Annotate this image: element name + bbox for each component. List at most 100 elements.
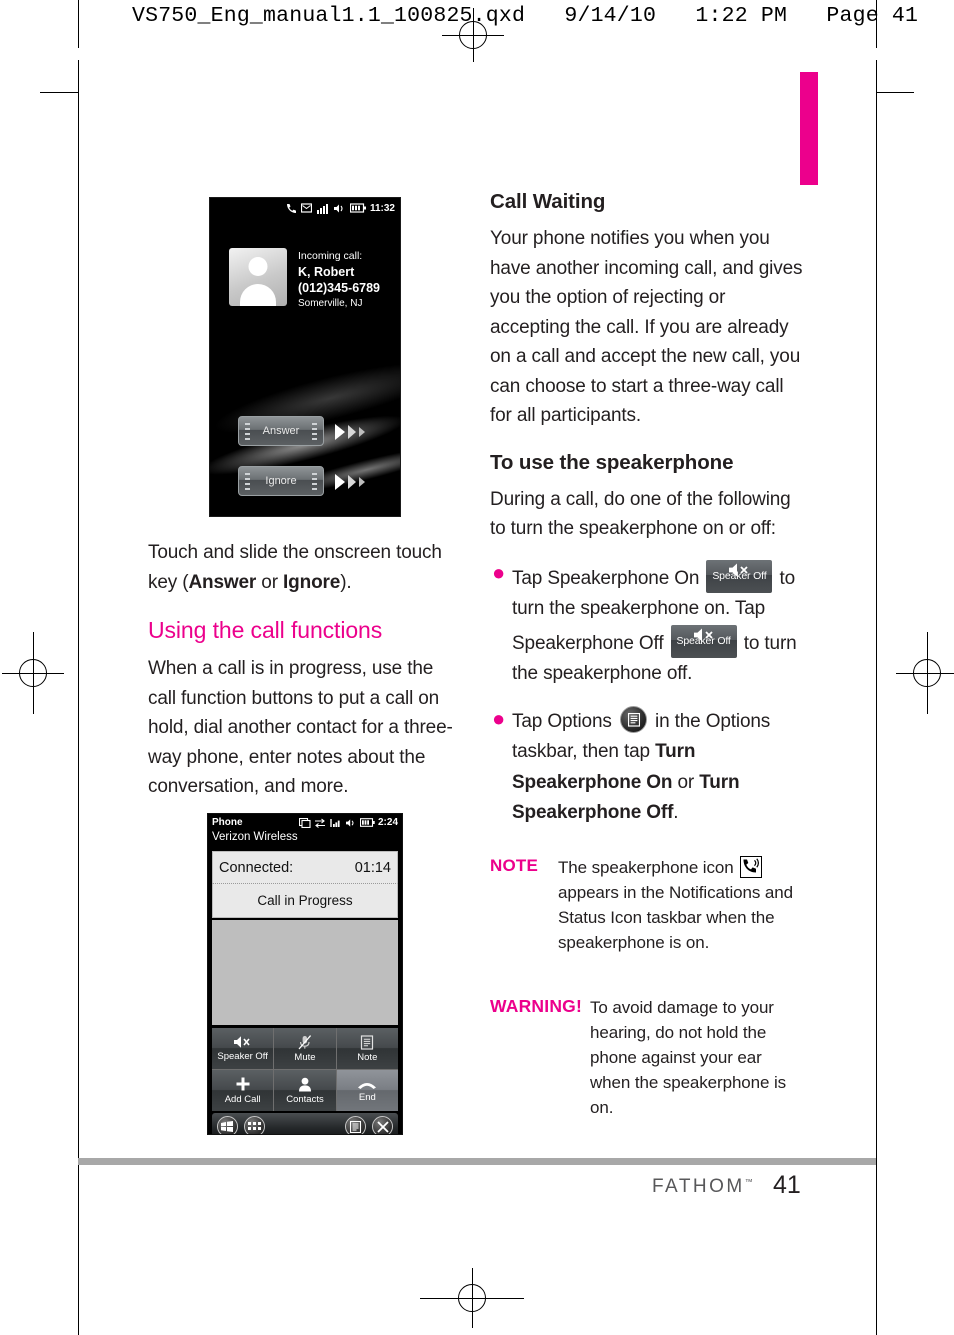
window-icon xyxy=(298,817,311,828)
person-icon xyxy=(298,1077,311,1091)
caller-name: K, Robert xyxy=(298,265,355,279)
options-icon[interactable] xyxy=(345,1116,366,1134)
speaker-off-inline-label-1: Speaker Off xyxy=(712,570,767,582)
bullet-1-text: Tap Speakerphone On Speaker Off to turn … xyxy=(512,559,805,690)
footer-rule xyxy=(78,1158,876,1165)
options-list-glyph xyxy=(350,1121,361,1133)
mute-button[interactable]: Mute xyxy=(274,1028,336,1069)
caller-location: Somerville, NJ xyxy=(298,298,363,309)
chapter-tab-marker xyxy=(800,72,818,185)
ignore-slide-button[interactable]: Ignore xyxy=(238,466,324,496)
bullet-2-text: Tap Options in the Options taskbar, then… xyxy=(512,705,805,829)
brand-logo: FATHOM™ xyxy=(652,1176,753,1198)
connected-label: Connected: xyxy=(219,859,294,876)
phone1-caption: Touch and slide the onscreen touch key (… xyxy=(148,538,458,597)
crop-mark-right-vertical-lower xyxy=(876,60,877,1335)
answer-button-label: Answer xyxy=(262,425,300,437)
keypad-icon[interactable] xyxy=(244,1116,265,1134)
phone2-taskbar xyxy=(212,1113,398,1134)
phone-call-icon xyxy=(286,203,296,213)
note-text-after: appears in the Notifications and Status … xyxy=(558,882,793,952)
phone2-clock: 2:24 xyxy=(377,817,398,828)
call-function-button-grid: Speaker Off Mute Note Add Call Contacts … xyxy=(212,1028,398,1111)
crop-mark-top-right-horizontal xyxy=(876,92,914,93)
left-column: Touch and slide the onscreen touch key (… xyxy=(148,538,458,802)
phone1-status-bar: 11:32 xyxy=(210,198,400,218)
end-call-button[interactable]: End xyxy=(336,1070,398,1111)
caption-part-3: ). xyxy=(340,571,352,593)
call-state-label: Call in Progress xyxy=(212,884,398,918)
call-waiting-paragraph: Your phone notifies you when you have an… xyxy=(490,228,803,426)
speakerphone-intro-paragraph: During a call, do one of the following t… xyxy=(490,488,791,540)
warning-text: To avoid damage to your hearing, do not … xyxy=(590,997,787,1117)
signal-strength-icon xyxy=(330,818,340,827)
options-icon[interactable] xyxy=(619,705,647,733)
contacts-button[interactable]: Contacts xyxy=(274,1070,336,1111)
right-column: Call Waiting Your phone notifies you whe… xyxy=(490,190,805,1120)
bullet-item-options-menu: ● Tap Options in the Options taskbar, th… xyxy=(490,705,805,829)
crop-mark-left-vertical-lower xyxy=(78,60,79,1335)
close-x-glyph xyxy=(377,1121,389,1133)
mute-label: Mute xyxy=(294,1051,316,1063)
phone2-app-title: Phone xyxy=(212,817,243,828)
incoming-call-label: Incoming call: xyxy=(298,250,363,262)
heading-call-waiting: Call Waiting xyxy=(490,190,606,213)
note-text-before: The speakerphone icon xyxy=(558,857,739,877)
speakerphone-status-icon xyxy=(740,855,763,878)
speaker-off-button[interactable]: Speaker Off xyxy=(212,1028,274,1069)
speaker-off-button-inline-1[interactable]: Speaker Off xyxy=(706,559,773,593)
note-label: Note xyxy=(357,1051,378,1063)
caller-info: Incoming call: K, Robert (012)345-6789 S… xyxy=(298,250,380,309)
note-label: NOTE xyxy=(490,855,539,875)
call-duration: 01:14 xyxy=(354,859,391,876)
carrier-name: Verizon Wireless xyxy=(208,831,402,848)
brand-name: FATHOM xyxy=(652,1176,745,1197)
bullet-dot-icon: ● xyxy=(492,705,506,731)
warning-block: WARNING! To avoid damage to your hearing… xyxy=(490,995,805,1120)
print-slug-header: VS750_Eng_manual1.1_100825.qxd 9/14/10 1… xyxy=(132,4,919,28)
keypad-grid-glyph xyxy=(248,1122,261,1130)
contacts-label: Contacts xyxy=(286,1093,324,1105)
add-call-label: Add Call xyxy=(224,1094,261,1105)
message-icon xyxy=(300,203,312,213)
end-call-icon xyxy=(358,1083,377,1089)
connected-status-row: Connected: 01:14 xyxy=(212,851,398,884)
speakerphone-handset-glyph xyxy=(743,857,760,872)
bullet-1-part-1: Tap Speakerphone On xyxy=(512,567,705,589)
battery-icon xyxy=(359,818,375,827)
registration-mark-bottom xyxy=(420,1268,524,1328)
answer-slide-button[interactable]: Answer xyxy=(238,416,324,446)
end-call-label: End xyxy=(358,1092,376,1103)
speaker-off-button-inline-2[interactable]: Speaker Off xyxy=(670,624,737,658)
signal-strength-icon xyxy=(316,203,328,214)
caption-ignore-bold: Ignore xyxy=(283,571,341,593)
add-call-button[interactable]: Add Call xyxy=(212,1070,274,1111)
phone-screenshot-incoming-call: 11:32 Incoming call: K, Robert (012)345-… xyxy=(209,197,401,517)
speaker-off-label: Speaker Off xyxy=(217,1051,268,1062)
note-button[interactable]: Note xyxy=(336,1028,398,1069)
phone2-title-bar: Phone 2:24 xyxy=(208,814,402,831)
volume-icon xyxy=(345,818,354,827)
start-icon[interactable] xyxy=(217,1116,238,1134)
microphone-mute-icon xyxy=(298,1034,312,1049)
windows-flag-glyph xyxy=(221,1121,233,1132)
plus-icon xyxy=(236,1077,250,1091)
call-screen-blank-area xyxy=(212,920,398,1025)
note-block: NOTE The speakerphone icon appears in th… xyxy=(490,855,805,955)
caller-avatar xyxy=(229,248,287,306)
registration-mark-right xyxy=(896,632,954,714)
answer-slide-arrows-icon xyxy=(335,424,365,440)
speaker-off-inline-label-2: Speaker Off xyxy=(676,635,731,647)
bullet-2-mid: or xyxy=(672,771,700,793)
using-call-functions-paragraph: When a call is in progress, use the call… xyxy=(148,658,453,797)
note-icon xyxy=(361,1034,374,1050)
close-icon[interactable] xyxy=(372,1116,393,1134)
battery-icon xyxy=(349,203,366,213)
ignore-slide-arrows-icon xyxy=(335,474,365,490)
trademark-symbol: ™ xyxy=(744,1177,753,1187)
registration-mark-left xyxy=(2,632,64,714)
manual-page: VS750_Eng_manual1.1_100825.qxd 9/14/10 1… xyxy=(0,0,954,1335)
page-number: 41 xyxy=(773,1171,801,1199)
crop-mark-left-vertical xyxy=(78,0,79,48)
heading-to-use-the-speakerphone: To use the speakerphone xyxy=(490,450,734,474)
